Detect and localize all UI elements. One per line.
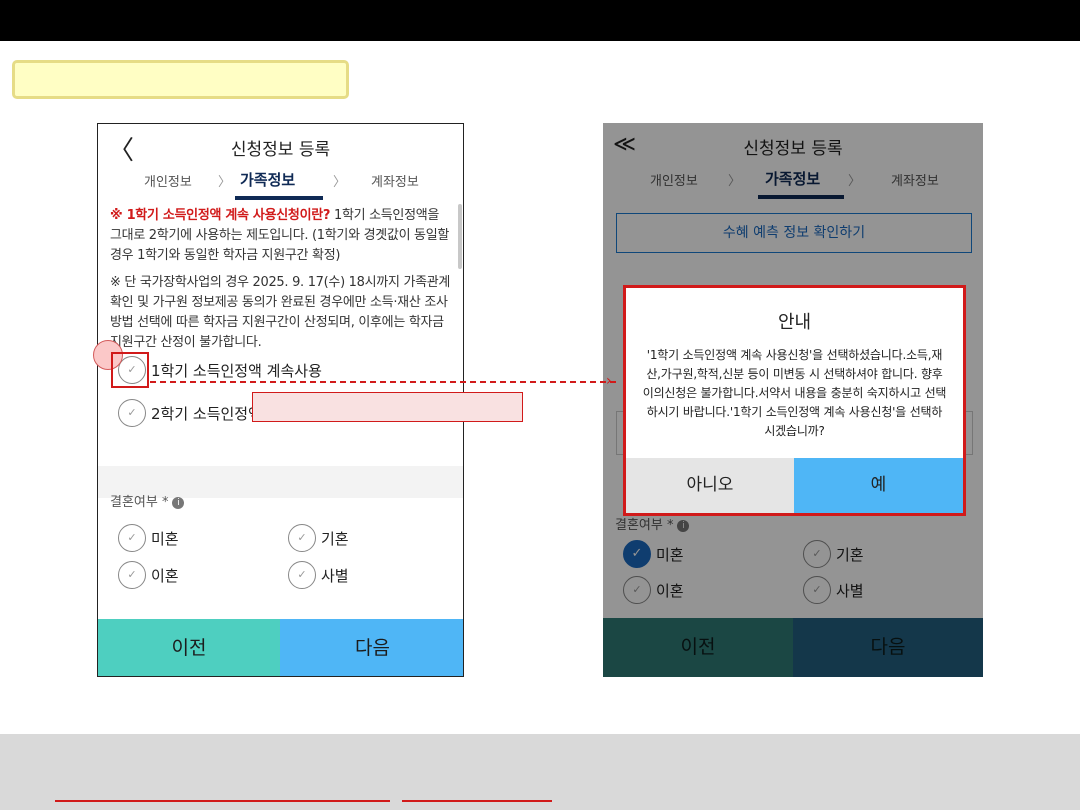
radio-label: 이혼 <box>151 567 179 585</box>
step-account-info[interactable]: 계좌정보 <box>371 171 419 190</box>
prev-button[interactable]: 이전 <box>98 619 280 676</box>
dialog-message: '1학기 소득인정액 계속 사용신청'을 선택하셨습니다.소득,재산,가구원,학… <box>642 348 947 438</box>
notice-highlight: ※ 1학기 소득인정액 계속 사용신청이란? <box>110 208 331 223</box>
chevron-right-icon: 〉 <box>333 175 347 190</box>
dialog-title: 안내 <box>777 312 812 333</box>
footer-underline <box>55 800 390 802</box>
arrow-head-icon: › <box>606 373 612 389</box>
check-circle-icon[interactable]: ✓ <box>118 399 146 427</box>
top-banner <box>0 0 1080 41</box>
step-family-info[interactable]: 가족정보 <box>240 169 295 190</box>
header: 〈 신청정보 등록 개인정보 〉 가족정보 〉 계좌정보 <box>98 124 463 202</box>
radio-label: 미혼 <box>151 530 179 548</box>
scrollbar[interactable] <box>458 204 462 269</box>
footer-band <box>0 734 1080 810</box>
annotation-callout-box <box>252 392 523 422</box>
check-circle-icon[interactable]: ✓ <box>118 561 146 589</box>
step-personal-info[interactable]: 개인정보 <box>144 171 192 190</box>
check-circle-icon[interactable]: ✓ <box>118 524 146 552</box>
check-circle-icon[interactable]: ✓ <box>288 524 316 552</box>
footer-underline <box>402 800 552 802</box>
radio-label: 사별 <box>321 567 349 585</box>
required-mark: * <box>157 495 169 510</box>
confirm-dialog: 안내 '1학기 소득인정액 계속 사용신청'을 선택하셨습니다.소득,재산,가구… <box>623 285 966 516</box>
info-icon[interactable]: i <box>172 497 185 509</box>
slide-heading-box <box>12 60 349 99</box>
marital-status-label: 결혼여부 * i <box>110 491 185 510</box>
annotation-arrow-line <box>150 381 616 383</box>
marital-status-text: 결혼여부 <box>110 495 158 510</box>
step-tabs: 개인정보 〉 가족정보 〉 계좌정보 <box>98 171 463 197</box>
option-label: 2학기 소득인정액 <box>151 405 262 423</box>
chevron-right-icon: 〉 <box>218 175 232 190</box>
option-label: 1학기 소득인정액 계속사용 <box>151 362 322 380</box>
next-button[interactable]: 다음 <box>280 619 463 676</box>
yes-button[interactable]: 예 <box>794 458 963 513</box>
notice-paragraph-2: ※ 단 국가장학사업의 경우 2025. 9. 17(수) 18시까지 가족관계… <box>110 275 451 350</box>
highlight-box <box>111 352 149 388</box>
no-button[interactable]: 아니오 <box>626 458 794 513</box>
active-step-underline <box>235 196 323 200</box>
notice-paragraph-1: ※ 1학기 소득인정액 계속 사용신청이란? 1학기 소득인정액을 그대로 2학… <box>110 206 452 266</box>
page-title: 신청정보 등록 <box>230 140 331 160</box>
radio-label: 기혼 <box>321 530 349 548</box>
notice-text: ※ 1학기 소득인정액 계속 사용신청이란? 1학기 소득인정액을 그대로 2학… <box>110 206 452 360</box>
check-circle-icon[interactable]: ✓ <box>288 561 316 589</box>
